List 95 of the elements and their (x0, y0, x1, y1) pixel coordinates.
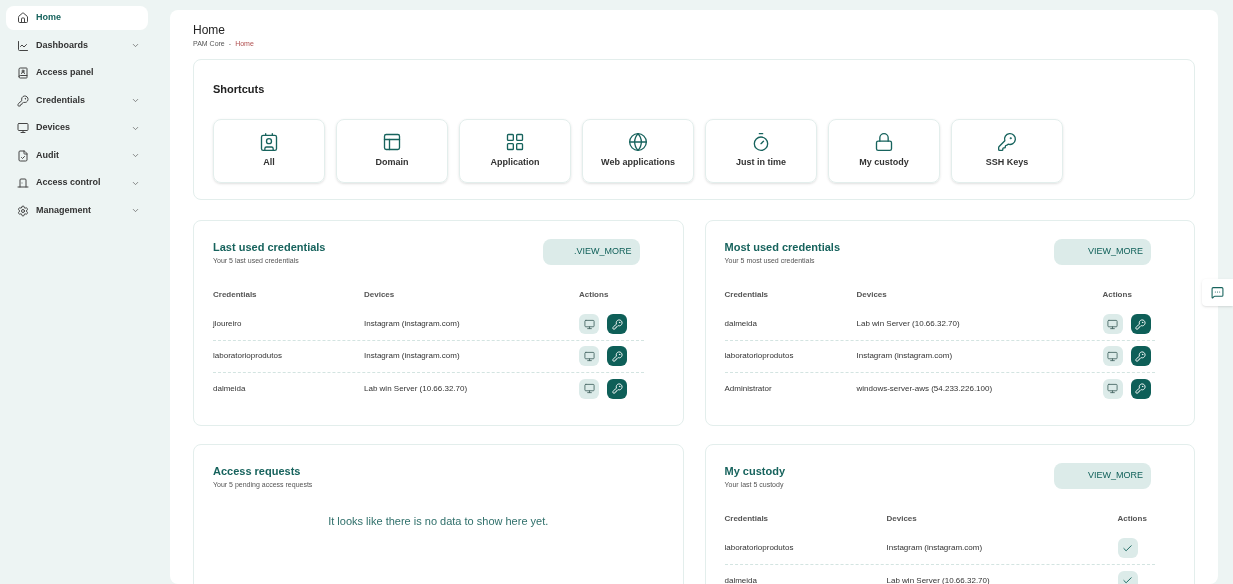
remote-session-button[interactable] (579, 378, 599, 399)
sidebar-item[interactable]: Devices (6, 116, 148, 140)
password-button[interactable] (1130, 314, 1151, 334)
column-header: Actions (579, 288, 610, 301)
sidebar-item[interactable]: Home (6, 6, 148, 30)
column-header: Credentials (724, 288, 770, 301)
settings-icon (17, 204, 29, 217)
device-cell-text: Instagram (instagram.com) (886, 542, 984, 554)
view-more-button[interactable]: VIEW_MORE (1054, 462, 1151, 489)
key-icon (997, 131, 1017, 152)
sidebar-item[interactable]: Access panel (6, 61, 148, 85)
credential-cell-text: dalmeida (213, 382, 247, 395)
grid-icon (505, 131, 525, 152)
sidebar-item[interactable]: Management (6, 198, 148, 223)
credential-cell-text: laboratorioprodutos (213, 350, 283, 362)
remote-session-button[interactable] (579, 346, 599, 366)
password-button[interactable] (607, 314, 627, 334)
panel-title: My custody (724, 463, 785, 479)
sidebar-item[interactable]: Credentials (6, 88, 148, 113)
password-button[interactable] (607, 378, 627, 399)
monitor-icon (1107, 350, 1118, 362)
door-icon (17, 177, 29, 189)
credential-cell-text: laboratorioprodutos (724, 350, 795, 362)
remote-session-button[interactable] (1102, 314, 1123, 334)
check-button[interactable] (1117, 570, 1138, 584)
device-cell-text: Lab win Server (10.66.32.70) (856, 318, 961, 330)
shortcut-tile[interactable]: Just in time (705, 118, 817, 183)
device-cell-text: Instagram (instagram.com) (364, 350, 461, 362)
key-icon (1135, 383, 1146, 394)
view-more-button[interactable]: .VIEW_MORE (542, 238, 640, 265)
monitor-icon (17, 122, 29, 134)
shortcut-tile[interactable]: SSH Keys (951, 118, 1063, 183)
credential-cell-text: dalmeida (724, 318, 758, 330)
house-icon (17, 12, 29, 24)
key-icon (611, 318, 623, 330)
column-header: Actions (1117, 512, 1148, 525)
chat-icon (1211, 286, 1224, 299)
column-header: Devices (364, 288, 396, 301)
window-icon (382, 131, 402, 152)
column-header: Actions (1102, 288, 1133, 301)
device-cell-text: windows-server-aws (54.233.226.100) (856, 382, 994, 395)
sidebar-item[interactable]: Access control (6, 171, 148, 195)
credential-cell-text: dalmeida (724, 574, 758, 584)
credential-cell-text: Administrator (724, 382, 773, 395)
monitor-icon (1107, 318, 1118, 330)
monitor-icon (1107, 383, 1118, 394)
key-icon (1135, 350, 1146, 362)
key-icon (611, 350, 623, 362)
shortcuts-title: Shortcuts (213, 82, 266, 97)
view-more-button[interactable]: VIEW_MORE (1054, 238, 1151, 265)
key-icon (611, 383, 623, 394)
password-button[interactable] (607, 346, 627, 366)
sidebar-item[interactable]: Audit (6, 143, 148, 168)
remote-session-button[interactable] (579, 314, 599, 334)
device-cell-text: Instagram (instagram.com) (364, 318, 461, 330)
device-cell-text: Instagram (instagram.com) (856, 350, 954, 362)
remote-session-button[interactable] (1102, 346, 1123, 366)
password-button[interactable] (1130, 346, 1151, 366)
shortcut-tile[interactable]: All (213, 118, 325, 183)
panel-title: Most used credentials (724, 239, 841, 255)
monitor-icon (583, 318, 595, 330)
monitor-icon (583, 350, 595, 362)
column-header: Credentials (724, 512, 770, 525)
device-cell-text: Lab win Server (10.66.32.70) (364, 382, 469, 395)
check-icon (1122, 542, 1133, 554)
credential-cell-text: laboratorioprodutos (724, 542, 795, 554)
document-check-icon (17, 149, 29, 162)
lock-icon (874, 131, 894, 152)
line-chart-icon (17, 39, 29, 52)
page-title: Home (193, 22, 226, 38)
panel-title: Last used credentials (213, 239, 326, 255)
column-header: Devices (886, 512, 918, 525)
contact-book-icon (17, 67, 29, 79)
feedback-button[interactable] (1202, 279, 1233, 306)
column-header: Devices (856, 288, 888, 301)
shortcut-tile[interactable]: Web applications (582, 118, 694, 183)
check-icon (1122, 575, 1133, 584)
key-icon (17, 94, 29, 107)
column-header: Credentials (213, 288, 258, 301)
key-icon (1135, 318, 1146, 330)
sidebar-item[interactable]: Dashboards (6, 33, 148, 58)
password-button[interactable] (1130, 378, 1151, 399)
shortcut-tile[interactable]: My custody (828, 118, 940, 183)
id-card-icon (259, 131, 279, 152)
monitor-icon (583, 383, 595, 394)
globe-icon (628, 131, 648, 152)
remote-session-button[interactable] (1102, 378, 1123, 399)
shortcut-tile[interactable]: Domain (336, 118, 448, 183)
timer-icon (751, 131, 771, 152)
shortcut-tile[interactable]: Application (459, 118, 571, 183)
panel-title: Access requests (213, 463, 302, 479)
device-cell-text: Lab win Server (10.66.32.70) (886, 574, 991, 584)
credential-cell-text: jloureiro (213, 318, 243, 330)
check-button[interactable] (1117, 538, 1138, 558)
empty-message: It looks like there is no data to show here yet. (328, 513, 549, 529)
